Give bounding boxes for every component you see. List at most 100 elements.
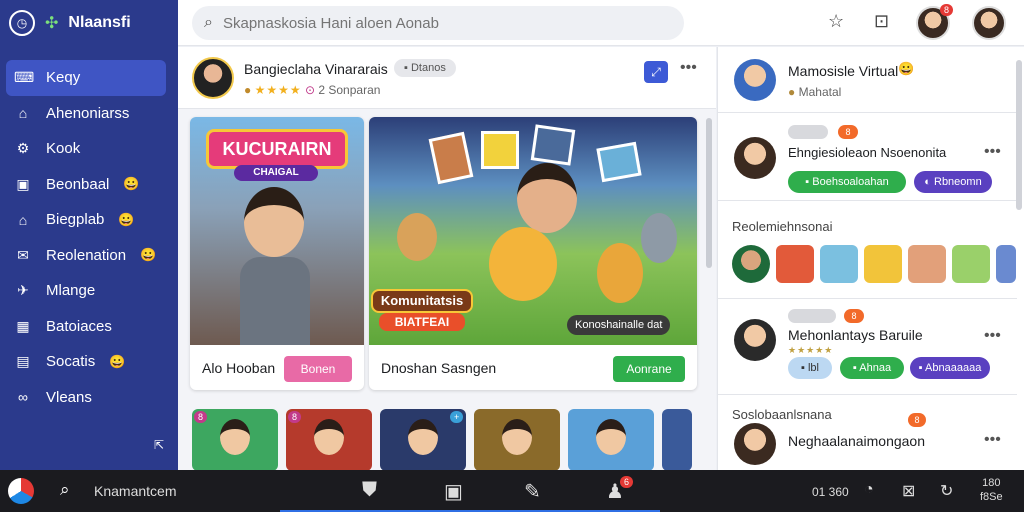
- friend-thumbnail[interactable]: [908, 245, 946, 283]
- more-options-icon[interactable]: •••: [984, 143, 1001, 161]
- search-bar[interactable]: ⌕: [192, 6, 684, 40]
- friend-thumbnail[interactable]: [864, 245, 902, 283]
- timer-icon[interactable]: ◔: [864, 481, 874, 499]
- share-button[interactable]: ⤢: [644, 61, 668, 83]
- pen-icon[interactable]: ✎: [524, 479, 541, 504]
- search-icon: ⌕: [204, 14, 213, 31]
- rating-stars: ★★★★: [254, 83, 302, 97]
- suggestion-name[interactable]: Neghaalanaimongaon: [788, 433, 925, 449]
- thumbnail[interactable]: [474, 409, 560, 470]
- star-icon[interactable]: ☆: [828, 11, 844, 32]
- start-icon[interactable]: [8, 478, 34, 504]
- photo-card: [481, 131, 519, 169]
- sidebar-nav: ⌨ Keqy ⌂ Ahenoniarss ⚙ Kook ▣ Beonbaal 😀…: [0, 46, 178, 415]
- face-figure: [314, 419, 344, 455]
- chat-icon[interactable]: ▣: [444, 479, 463, 504]
- game-thumbnail[interactable]: KUCURAIRN CHAIGAL: [190, 117, 364, 345]
- sidebar-item-socatis[interactable]: ▤ Socatis 😀: [0, 344, 166, 380]
- play-button[interactable]: Bonen: [284, 356, 352, 382]
- profile-avatar[interactable]: [734, 59, 776, 101]
- suggestions-section: Soslobaanlsnana 8 Neghaalanaimongaon •••: [718, 395, 1017, 470]
- author-avatar[interactable]: [192, 57, 234, 99]
- requester-name[interactable]: Ehngiesioleaon Nsoenonita: [788, 145, 946, 160]
- play-button[interactable]: Aonrane: [613, 356, 685, 382]
- search-icon[interactable]: ⌕: [60, 480, 70, 500]
- friend-thumbnail[interactable]: [820, 245, 858, 283]
- refresh-icon[interactable]: ↻: [940, 481, 953, 501]
- count-chip: 8: [908, 413, 926, 427]
- decline-button[interactable]: ◐ Rbneomn: [914, 171, 992, 193]
- sidebar-item-biegplab[interactable]: ⌂ Biegplab 😀: [0, 202, 166, 238]
- author-name[interactable]: Bangieclaha Vinararais: [244, 61, 388, 77]
- sidebar-item-beonbaal[interactable]: ▣ Beonbaal 😀: [0, 167, 166, 203]
- child-figure: [244, 187, 304, 257]
- inbox-icon[interactable]: ⊡: [874, 11, 889, 32]
- gear-icon: ⚙: [16, 140, 30, 157]
- sidebar-item-reolenation[interactable]: ✉ Reolenation 😀: [0, 238, 166, 274]
- friend-thumbnail[interactable]: [996, 245, 1016, 283]
- game-card[interactable]: KUCURAIRN CHAIGAL Alo Hooban Bonen: [190, 117, 364, 390]
- section-heading: Soslobaanlsnana: [732, 407, 832, 422]
- sidebar-item-keqy[interactable]: ⌨ Keqy: [6, 60, 166, 96]
- bear-character: [489, 227, 557, 301]
- thumbnail-badge: 8: [288, 411, 302, 423]
- search-input[interactable]: [222, 14, 643, 32]
- option-button[interactable]: ▪ lbl: [788, 357, 832, 379]
- sidebar-item-label: Socatis: [46, 353, 96, 371]
- thumbnail[interactable]: 8: [286, 409, 372, 470]
- sidebar-item-vleans[interactable]: ∞ Vleans: [0, 380, 166, 416]
- requester-avatar[interactable]: [734, 319, 776, 361]
- suggestion-avatar[interactable]: [734, 423, 776, 465]
- emoji-icon: 😀: [140, 247, 157, 263]
- accept-button[interactable]: ▪ Boehsoaloahan: [788, 171, 906, 193]
- decline-button-label: Rbneomn: [934, 176, 982, 188]
- date-line-2: f8Se: [980, 491, 1003, 503]
- collapse-icon[interactable]: ⇱: [154, 438, 164, 452]
- more-options-icon[interactable]: •••: [984, 327, 1001, 345]
- mail-icon: ✉: [17, 246, 29, 263]
- sidebar-item-ahenoniarss[interactable]: ⌂ Ahenoniarss: [0, 96, 166, 132]
- photo-card: [428, 131, 474, 185]
- sidebar-item-batoiaces[interactable]: ▦ Batoiaces: [0, 309, 166, 345]
- thumbnail[interactable]: 8: [192, 409, 278, 470]
- requester-avatar[interactable]: [734, 137, 776, 179]
- face-figure: [596, 419, 626, 455]
- thumbnail-badge: 8: [194, 411, 208, 423]
- sidebar-item-mlange[interactable]: ✈ Mlange: [0, 273, 166, 309]
- main-feed: Bangieclaha Vinararais ▪ Dtanos ● ★★★★ ⊙…: [178, 47, 716, 470]
- screen-icon[interactable]: ⊠: [902, 481, 915, 501]
- profile-name[interactable]: Mamosisle Virtual: [788, 63, 898, 79]
- game-card[interactable]: Komunitatsis BIATFEAI Konoshainalle dat …: [369, 117, 697, 390]
- friend-thumbnail[interactable]: [776, 245, 814, 283]
- thumbnail[interactable]: [568, 409, 654, 470]
- face-figure: [408, 419, 438, 455]
- friend-thumbnail[interactable]: [952, 245, 990, 283]
- sidebar-item-kook[interactable]: ⚙ Kook: [0, 131, 166, 167]
- profile-avatar[interactable]: [972, 6, 1006, 40]
- accept-button-label: Boehsoaloahan: [812, 176, 889, 188]
- more-options-icon[interactable]: •••: [680, 59, 697, 77]
- thumbnail[interactable]: +: [380, 409, 466, 470]
- date-line-1: 180: [982, 477, 1001, 489]
- child-figure: [517, 163, 577, 233]
- friend-avatar[interactable]: [732, 245, 770, 283]
- requester-name[interactable]: Mehonlantays Baruile: [788, 327, 923, 343]
- more-options-icon[interactable]: •••: [984, 431, 1001, 449]
- game-thumbnail[interactable]: Komunitatsis BIATFEAI: [369, 117, 697, 345]
- brand[interactable]: ◷ ✣ Nlaansfi: [0, 0, 178, 46]
- top-header: ⌕ ☆ ⊡ 8: [178, 0, 1024, 46]
- thumbnail-strip: 8 8 +: [192, 409, 692, 470]
- status-chip: [788, 125, 828, 139]
- panel-scrollbar[interactable]: [1016, 60, 1022, 210]
- sidebar-item-label: Batoiaces: [46, 317, 112, 335]
- taskbar-search-label[interactable]: Knamantcem: [94, 483, 176, 499]
- taskbar-clock: 01 360: [812, 485, 849, 499]
- feed-scrollbar[interactable]: [706, 118, 712, 268]
- shield-icon[interactable]: ⛊: [362, 479, 377, 502]
- count-chip: 8: [844, 309, 864, 323]
- child-body: [240, 257, 310, 345]
- invite-button[interactable]: ▪ Abnaaaaaa: [910, 357, 990, 379]
- accept-button[interactable]: ▪ Ahnaa: [840, 357, 904, 379]
- thumbnail[interactable]: [662, 409, 692, 470]
- overlay-pill[interactable]: Konoshainalle dat: [567, 315, 671, 335]
